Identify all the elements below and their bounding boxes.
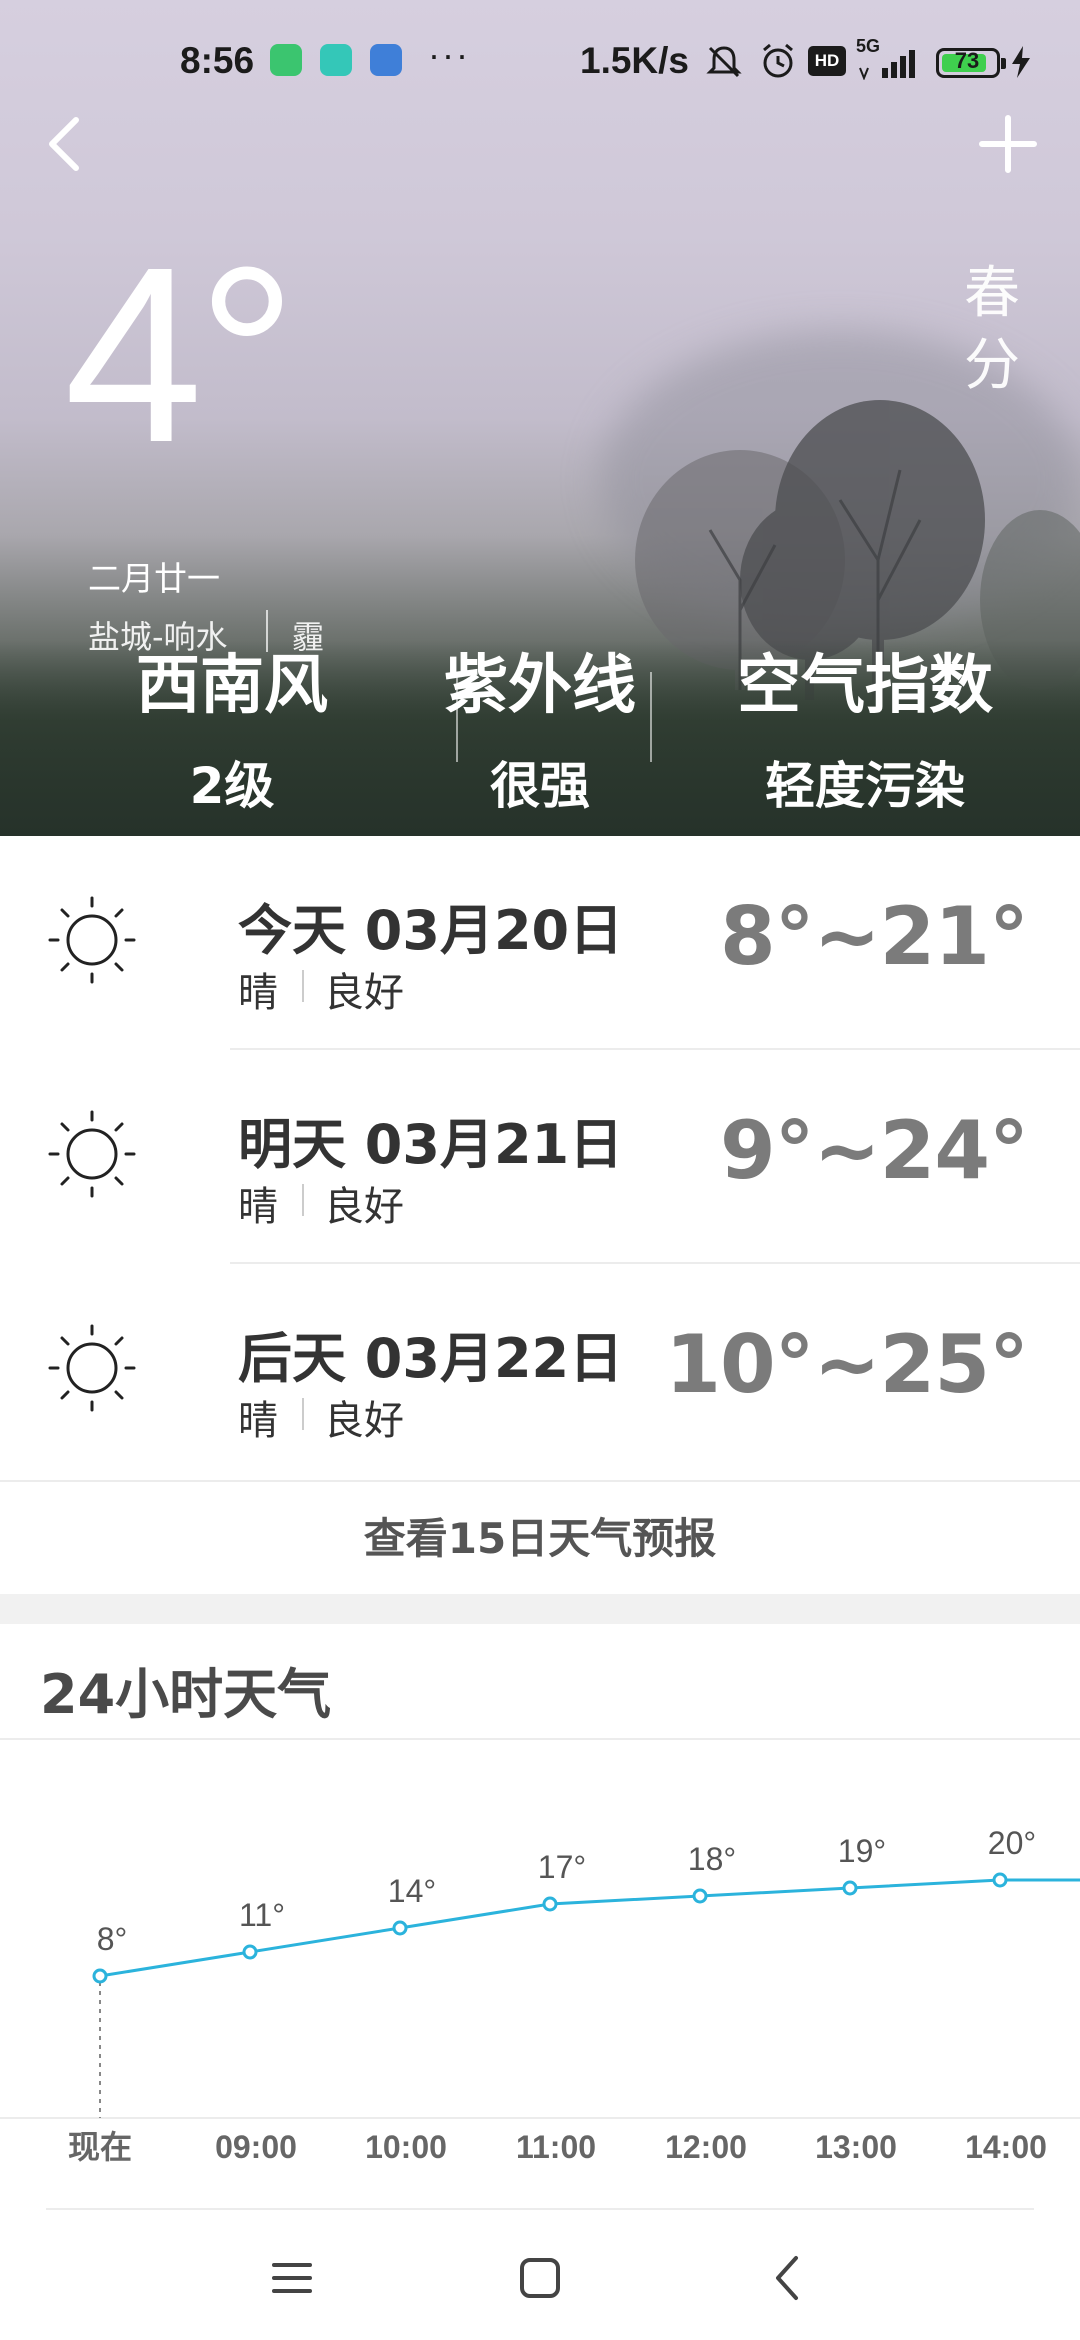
app-notification-icon [270, 44, 302, 76]
temperature-point [242, 1944, 258, 1960]
temperature-point [92, 1968, 108, 1984]
lunar-date: 二月廿一 [88, 559, 220, 598]
status-time: 8:56 [180, 40, 255, 81]
time-tick-label: 09:00 [215, 2129, 297, 2165]
forecast-temp-range: 8°~21° [719, 890, 1029, 983]
temperature-label: 11° [239, 1897, 285, 1933]
alarm-icon [763, 43, 793, 78]
uv-value: 很强 [490, 757, 590, 815]
forecast-row-today[interactable]: 今天 03月20日 晴 良好 8°~21° [0, 836, 1080, 1050]
temperature-label: 20° [988, 1825, 1036, 1861]
wind-value: 2级 [189, 757, 275, 815]
forecast-weather: 晴 [238, 1398, 278, 1444]
back-nav-icon[interactable] [760, 2250, 816, 2306]
net-speed: 1.5K/s [580, 40, 690, 81]
temperature-point [842, 1880, 858, 1896]
system-nav-bar [0, 2210, 1080, 2340]
forecast-temp-range: 9°~24° [719, 1104, 1029, 1197]
forecast-divider [302, 1184, 304, 1216]
time-tick-label: 10:00 [365, 2129, 447, 2165]
time-tick-label: 11:00 [516, 2129, 596, 2165]
battery-level: 73 [954, 48, 980, 73]
aqi-value: 轻度污染 [765, 757, 965, 815]
forecast-date: 后天 03月22日 [238, 1327, 624, 1390]
solar-term-char: 分 [964, 333, 1020, 398]
forecast-temp-range: 10°~25° [665, 1318, 1029, 1411]
forecast-air-quality: 良好 [324, 1398, 404, 1444]
more-notifications-icon: ··· [428, 34, 470, 75]
forecast-date: 明天 03月21日 [238, 1113, 624, 1176]
temperature-label: 19° [838, 1833, 886, 1869]
solar-term: 春 分 [962, 258, 1022, 402]
chat-notification-icon [320, 44, 352, 76]
metric-divider [650, 672, 652, 762]
current-temperature: 4° [64, 215, 297, 494]
temperature-point [392, 1920, 408, 1936]
mute-icon [706, 46, 742, 78]
forecast-air-quality: 良好 [324, 970, 404, 1016]
sunny-icon [48, 1324, 136, 1412]
wind-label: 西南风 [136, 649, 328, 723]
hourly-temperature-chart[interactable]: 8° 现在 11° 09:00 14° 10:00 17° 11:00 18° 12:00 19° 1… [0, 1740, 1080, 2180]
uv-label: 紫外线 [444, 649, 636, 723]
forecast-row-day-after[interactable]: 后天 03月22日 晴 良好 10°~25° [0, 1264, 1080, 1478]
forecast-date: 今天 03月20日 [238, 899, 624, 962]
temperature-label: 17° [538, 1849, 586, 1885]
temperature-point [992, 1872, 1008, 1888]
solar-term-char: 春 [964, 261, 1020, 326]
back-button[interactable] [40, 112, 88, 176]
time-tick-label: 14:00 [965, 2129, 1047, 2165]
view-15-day-forecast-button[interactable]: 查看15日天气预报 [0, 1480, 1080, 1594]
temperature-label: 18° [688, 1841, 736, 1877]
forecast-weather: 晴 [238, 1184, 278, 1230]
charging-icon [1012, 46, 1030, 78]
home-icon[interactable] [512, 2250, 568, 2306]
add-city-button[interactable] [976, 112, 1040, 176]
forecast-weather: 晴 [238, 970, 278, 1016]
forecast-divider [302, 1398, 304, 1430]
section-gap [0, 1594, 1080, 1624]
menu-icon[interactable] [264, 2250, 320, 2306]
temperature-point [692, 1888, 708, 1904]
forecast-row-tomorrow[interactable]: 明天 03月21日 晴 良好 9°~24° [0, 1050, 1080, 1264]
time-tick-label: 现在 [68, 2129, 132, 2165]
signal-icon [859, 50, 915, 80]
temperature-label: 8° [97, 1921, 128, 1957]
temperature-label: 14° [388, 1873, 436, 1909]
forecast-divider [302, 970, 304, 1002]
hourly-section-title: 24小时天气 [40, 1663, 332, 1726]
time-tick-label: 12:00 [665, 2129, 747, 2165]
status-bar: 8:56 ··· 1.5K/s HD 5G 73 [0, 34, 1080, 88]
sunny-icon [48, 1110, 136, 1198]
temperature-point [542, 1896, 558, 1912]
time-tick-label: 13:00 [815, 2129, 897, 2165]
aqi-label: 空气指数 [737, 649, 993, 723]
forecast-air-quality: 良好 [324, 1184, 404, 1230]
sunny-icon [48, 896, 136, 984]
hd-badge: HD [808, 46, 846, 76]
battery-icon: 73 [936, 48, 1006, 78]
settings-notification-icon [370, 44, 402, 76]
